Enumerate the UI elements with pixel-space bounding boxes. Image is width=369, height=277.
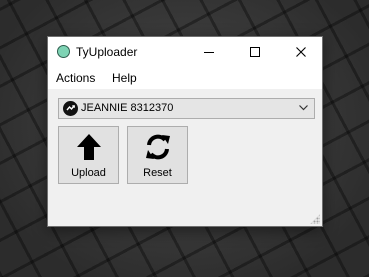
reset-button[interactable]: Reset (127, 126, 188, 184)
app-window: TyUploader Actions Help JEANNIE 8312370 … (47, 36, 323, 227)
title-bar[interactable]: TyUploader (48, 37, 322, 67)
menu-actions[interactable]: Actions (56, 71, 95, 85)
refresh-icon (146, 134, 170, 160)
upload-button[interactable]: Upload (58, 126, 119, 184)
close-icon (296, 47, 306, 57)
maximize-button[interactable] (232, 37, 278, 67)
minimize-button[interactable] (186, 37, 232, 67)
device-select[interactable]: JEANNIE 8312370 (58, 98, 315, 119)
chevron-down-icon (299, 105, 308, 111)
teensy-device-icon (63, 101, 78, 116)
device-select-value: JEANNIE 8312370 (81, 102, 174, 114)
menu-help[interactable]: Help (112, 71, 137, 85)
upload-label: Upload (71, 167, 106, 179)
app-icon (57, 45, 70, 58)
window-title: TyUploader (76, 45, 138, 59)
arrow-up-icon (77, 134, 101, 160)
resize-grip[interactable] (310, 214, 320, 224)
close-button[interactable] (278, 37, 324, 67)
reset-label: Reset (143, 167, 172, 179)
menu-bar: Actions Help (48, 67, 322, 89)
